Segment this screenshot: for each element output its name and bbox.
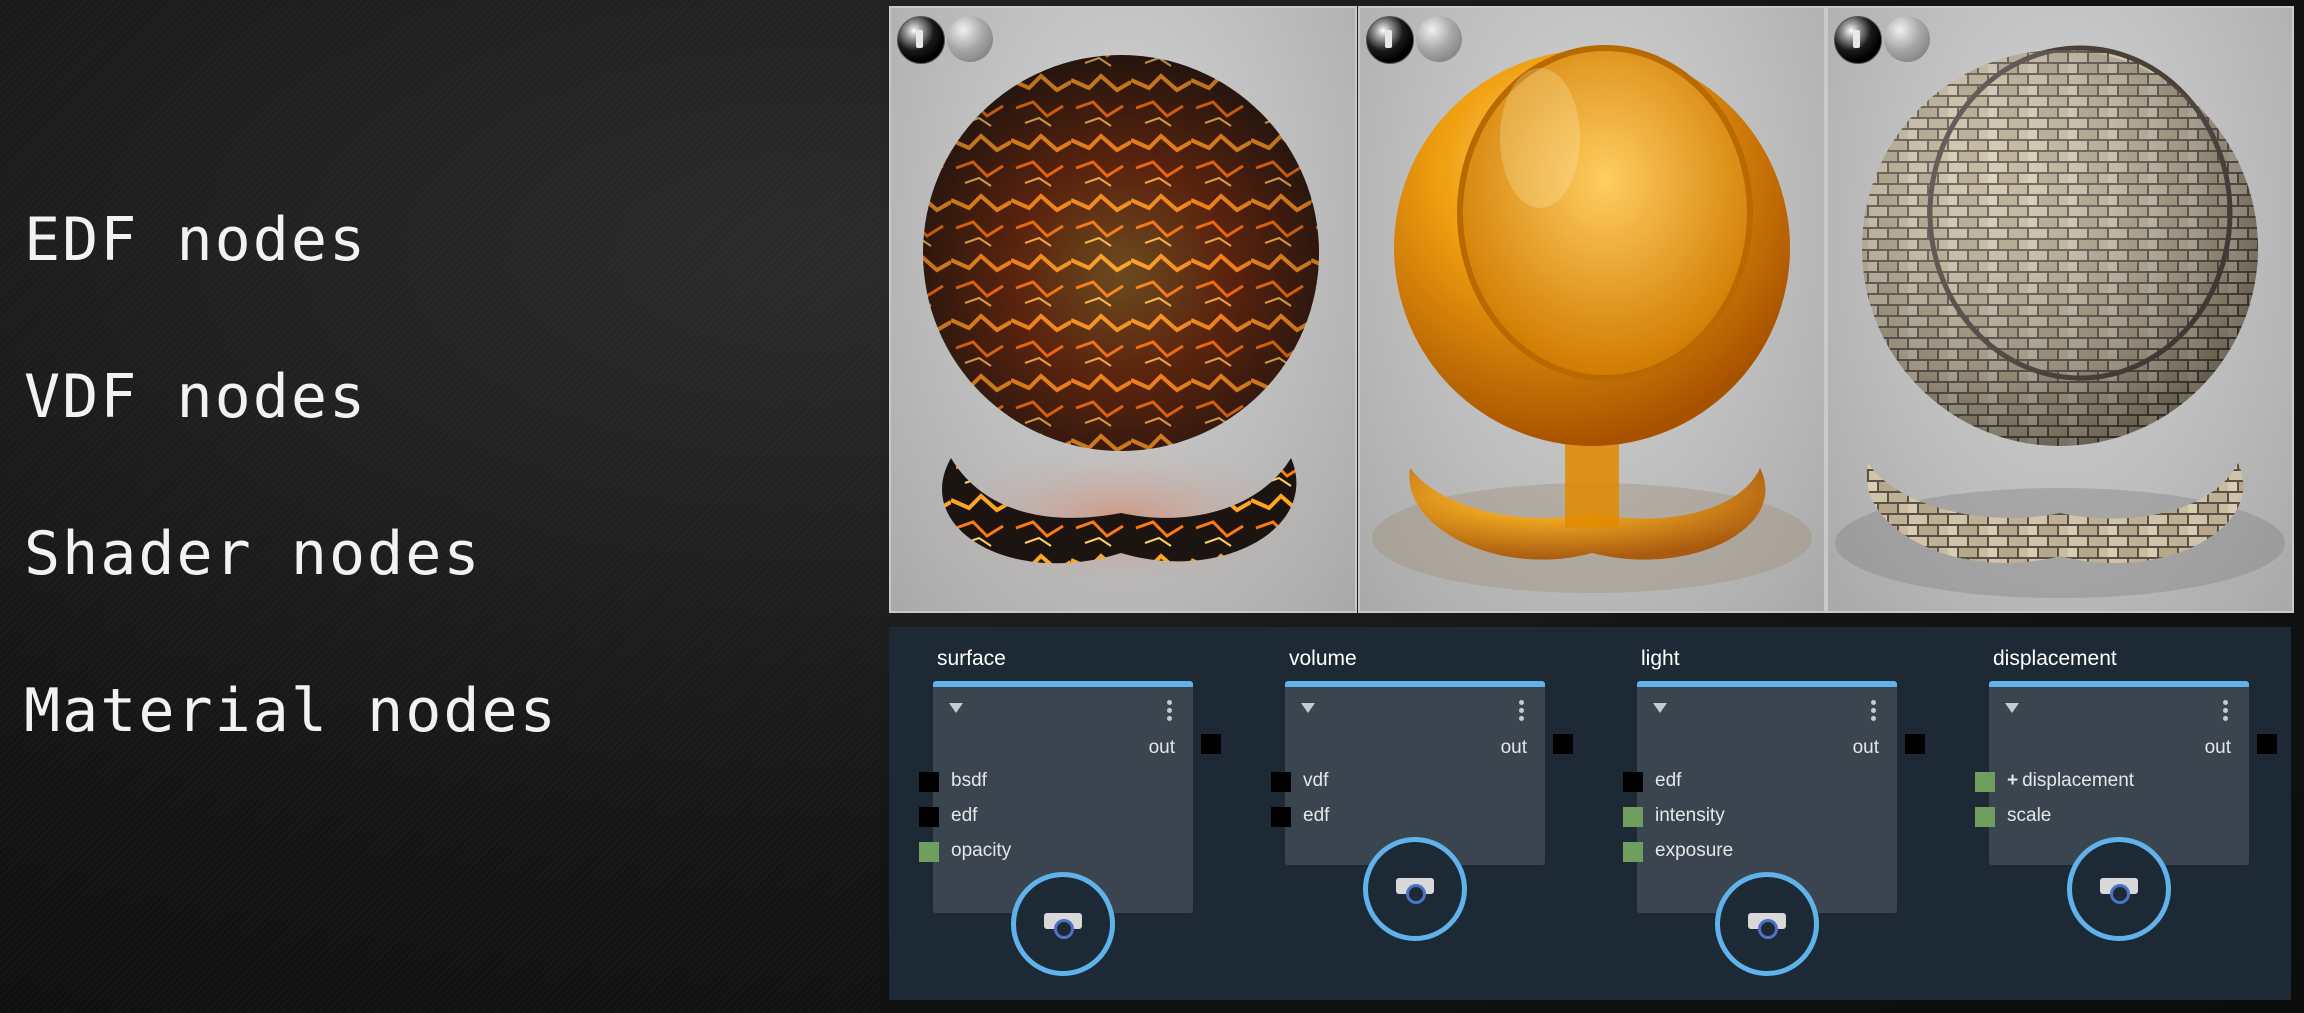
heading-vdf-nodes: VDF nodes	[24, 362, 368, 432]
input-label: edf	[1303, 805, 1330, 826]
output-port[interactable]	[1553, 734, 1573, 754]
preview-camera-button[interactable]	[1363, 837, 1467, 941]
triangle-down-icon[interactable]	[949, 703, 963, 713]
input-label: edf	[951, 805, 978, 826]
input-port[interactable]	[919, 842, 939, 862]
expand-plus-icon[interactable]: +	[2007, 770, 2018, 791]
triangle-down-icon[interactable]	[1653, 703, 1667, 713]
input-label: bsdf	[951, 770, 987, 791]
env-light-ball-icon[interactable]	[897, 16, 945, 64]
camera-lens-icon	[1758, 919, 1778, 939]
node-title: displacement	[1993, 647, 2117, 670]
node-editor-canvas[interactable]: surface out bsdf edf opacity volume out …	[889, 627, 2291, 1000]
preview-camera-button[interactable]	[2067, 837, 2171, 941]
input-label: opacity	[951, 840, 1012, 861]
output-port[interactable]	[1201, 734, 1221, 754]
output-port[interactable]	[2257, 734, 2277, 754]
material-preview-lava[interactable]	[889, 6, 1357, 613]
input-port[interactable]	[1271, 772, 1291, 792]
input-label: + displacement	[2007, 770, 2134, 792]
node-title: volume	[1289, 647, 1357, 670]
camera-lens-icon	[1054, 919, 1074, 939]
output-port[interactable]	[1905, 734, 1925, 754]
node-title: light	[1641, 647, 1680, 670]
brick-shaderball-image	[1835, 45, 2285, 598]
input-port[interactable]	[919, 772, 939, 792]
env-light-ball-icon[interactable]	[1366, 16, 1414, 64]
input-port[interactable]	[1623, 772, 1643, 792]
env-diffuse-ball-icon[interactable]	[947, 16, 993, 62]
background-texture	[0, 0, 880, 1013]
input-port[interactable]	[1975, 772, 1995, 792]
output-label: out	[1148, 737, 1175, 758]
material-preview-amber[interactable]	[1358, 6, 1826, 613]
vertical-dots-icon[interactable]	[1871, 700, 1877, 724]
heading-material-nodes: Material nodes	[24, 676, 558, 746]
heading-shader-nodes: Shader nodes	[24, 519, 482, 589]
input-label-text: displacement	[2022, 770, 2135, 791]
env-diffuse-ball-icon[interactable]	[1416, 16, 1462, 62]
camera-lens-icon	[2110, 884, 2130, 904]
env-diffuse-ball-icon[interactable]	[1884, 16, 1930, 62]
input-label: edf	[1655, 770, 1682, 791]
amber-shaderball-image	[1372, 45, 1812, 593]
vertical-dots-icon[interactable]	[1167, 700, 1173, 724]
preview-camera-button[interactable]	[1011, 872, 1115, 976]
triangle-down-icon[interactable]	[1301, 703, 1315, 713]
vertical-dots-icon[interactable]	[2223, 700, 2229, 724]
heading-edf-nodes: EDF nodes	[24, 205, 368, 275]
camera-lens-icon	[1406, 884, 1426, 904]
env-light-ball-icon[interactable]	[1834, 16, 1882, 64]
input-label: intensity	[1655, 805, 1725, 826]
output-label: out	[2204, 737, 2231, 758]
input-port[interactable]	[1623, 807, 1643, 827]
input-port[interactable]	[1623, 842, 1643, 862]
input-port[interactable]	[1271, 807, 1291, 827]
input-port[interactable]	[919, 807, 939, 827]
input-port[interactable]	[1975, 807, 1995, 827]
material-preview-brick[interactable]	[1826, 6, 2294, 613]
triangle-down-icon[interactable]	[2005, 703, 2019, 713]
output-label: out	[1500, 737, 1527, 758]
output-label: out	[1852, 737, 1879, 758]
input-label: exposure	[1655, 840, 1734, 861]
input-label: vdf	[1303, 770, 1329, 791]
preview-camera-button[interactable]	[1715, 872, 1819, 976]
input-label: scale	[2007, 805, 2052, 826]
node-title: surface	[937, 647, 1006, 670]
vertical-dots-icon[interactable]	[1519, 700, 1525, 724]
lava-shaderball-image	[911, 55, 1331, 598]
